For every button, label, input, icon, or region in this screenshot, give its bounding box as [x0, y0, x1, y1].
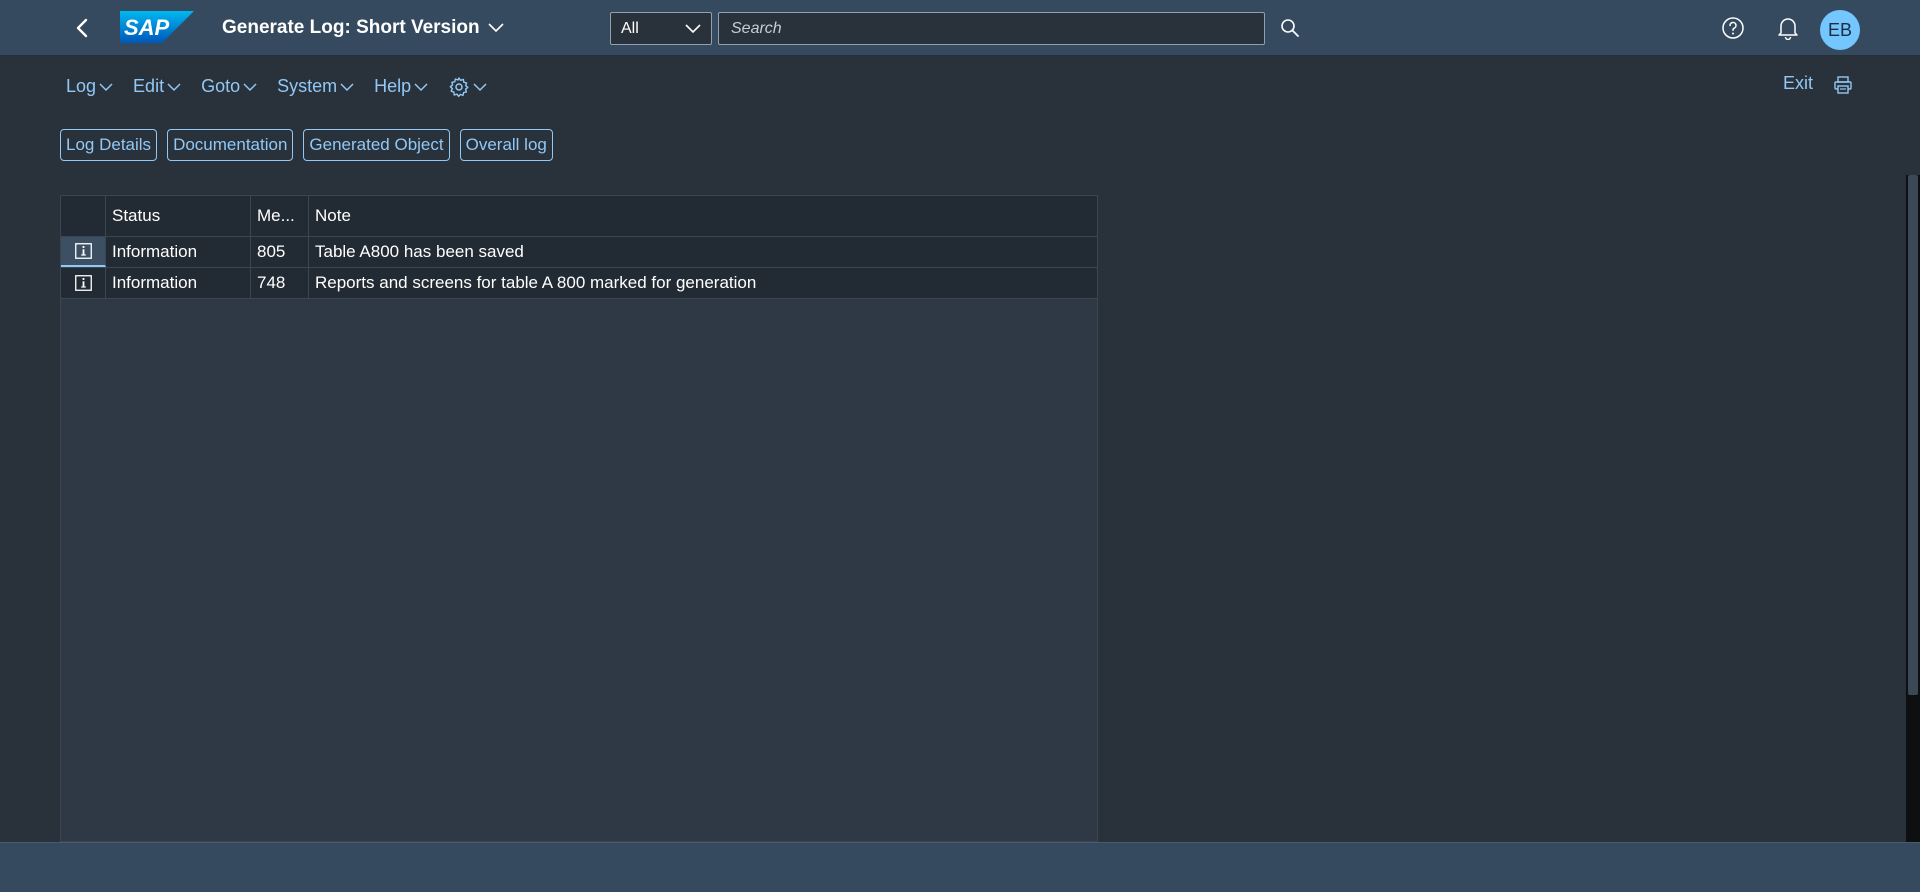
- log-table: Status Me... Note Information 805 Table …: [60, 195, 1098, 842]
- information-icon: [74, 243, 92, 259]
- message-number-cell: 805: [251, 237, 309, 267]
- exit-button[interactable]: Exit: [1783, 73, 1813, 94]
- menu-edit-label: Edit: [133, 75, 165, 96]
- svg-text:SAP: SAP: [124, 15, 170, 40]
- chevron-down-icon: [340, 82, 354, 91]
- select-all-header[interactable]: [61, 196, 106, 236]
- vertical-scrollbar[interactable]: [1906, 175, 1920, 842]
- search-icon: [1281, 19, 1299, 37]
- status-cell: Information: [106, 268, 251, 298]
- table-header: Status Me... Note: [61, 196, 1097, 237]
- menu-help[interactable]: Help: [374, 76, 428, 97]
- chevron-down-icon: [167, 82, 181, 91]
- scrollbar-thumb[interactable]: [1908, 175, 1918, 695]
- menu-goto[interactable]: Goto: [201, 76, 257, 97]
- message-number-cell: 748: [251, 268, 309, 298]
- printer-icon: [1834, 76, 1852, 94]
- row-selector[interactable]: [61, 268, 106, 298]
- table-row[interactable]: Information 805 Table A800 has been save…: [61, 237, 1097, 268]
- information-icon: [74, 275, 92, 291]
- documentation-button[interactable]: Documentation: [167, 129, 294, 161]
- help-icon: [1722, 17, 1744, 39]
- row-selector[interactable]: [61, 237, 106, 267]
- chevron-down-icon: [685, 23, 701, 33]
- bell-icon: [1778, 18, 1798, 40]
- search-scope-select[interactable]: All: [610, 12, 712, 45]
- search-button[interactable]: [1278, 16, 1302, 40]
- menu-settings[interactable]: [448, 74, 487, 98]
- column-header-status[interactable]: Status: [106, 196, 251, 236]
- user-avatar[interactable]: EB: [1820, 10, 1860, 50]
- chevron-down-icon: [99, 82, 113, 91]
- back-button[interactable]: [70, 14, 94, 42]
- chevron-down-icon: [243, 82, 257, 91]
- print-button[interactable]: [1832, 74, 1854, 96]
- app-title[interactable]: Generate Log: Short Version: [222, 16, 504, 40]
- menu-system-label: System: [277, 75, 338, 96]
- chevron-down-icon: [473, 82, 487, 91]
- generated-object-button[interactable]: Generated Object: [303, 129, 450, 161]
- gear-icon: [449, 77, 469, 98]
- search-input[interactable]: [718, 12, 1265, 45]
- shell-bar: SAP Generate Log: Short Version All EB: [0, 0, 1920, 56]
- user-initials: EB: [1827, 19, 1852, 40]
- search-scope-value: All: [621, 19, 639, 37]
- column-header-note[interactable]: Note: [309, 196, 1097, 236]
- sap-logo: SAP: [120, 11, 194, 43]
- menu-system[interactable]: System: [277, 76, 354, 97]
- menu-log-label: Log: [66, 75, 97, 96]
- column-header-message[interactable]: Me...: [251, 196, 309, 236]
- overall-log-button[interactable]: Overall log: [459, 129, 553, 161]
- application-toolbar: Log Details Documentation Generated Obje…: [60, 129, 553, 161]
- log-details-button[interactable]: Log Details: [60, 129, 158, 161]
- app-title-text: Generate Log: Short Version: [222, 17, 480, 38]
- menu-bar: Log Edit Goto System Help: [66, 72, 487, 100]
- chevron-left-icon: [76, 18, 88, 38]
- menu-edit[interactable]: Edit: [133, 76, 181, 97]
- footer-bar: [0, 842, 1920, 892]
- notifications-button[interactable]: [1775, 15, 1801, 41]
- chevron-down-icon: [414, 82, 428, 91]
- menu-help-label: Help: [374, 75, 412, 96]
- status-cell: Information: [106, 237, 251, 267]
- note-cell: Table A800 has been saved: [315, 242, 524, 261]
- table-row[interactable]: Information 748 Reports and screens for …: [61, 268, 1097, 299]
- menu-log[interactable]: Log: [66, 76, 113, 97]
- help-button[interactable]: [1720, 15, 1746, 41]
- menu-goto-label: Goto: [201, 75, 241, 96]
- chevron-down-icon: [488, 23, 504, 33]
- note-cell: Reports and screens for table A 800 mark…: [315, 273, 757, 292]
